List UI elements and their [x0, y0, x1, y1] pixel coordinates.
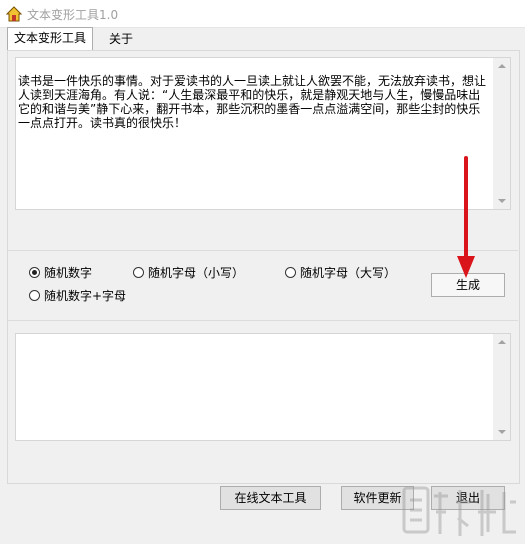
output-textarea[interactable] [15, 333, 511, 441]
radio-random-digits-letters[interactable]: 随机数字+字母 [29, 287, 126, 303]
divider-top [7, 250, 518, 251]
scroll-down-arrow-icon[interactable] [493, 192, 510, 209]
annotation-arrow-icon [457, 156, 475, 278]
online-text-tools-button[interactable]: 在线文本工具 [220, 486, 321, 510]
radio-unchecked-icon [285, 266, 296, 278]
scroll-up-arrow-icon[interactable] [493, 334, 510, 351]
app-icon [6, 6, 22, 22]
tab-about[interactable]: 关于 [103, 29, 139, 49]
watermark-logo-icon [402, 486, 516, 536]
tab-text-transform[interactable]: 文本变形工具 [7, 27, 94, 51]
scroll-down-arrow-icon[interactable] [493, 423, 510, 440]
tab-strip: 文本变形工具 关于 [7, 27, 518, 51]
input-scrollbar[interactable] [493, 58, 510, 209]
input-textarea[interactable]: 读书是一件快乐的事情。对于爱读书的人一旦读上就让人欲罢不能，无法放弃读书，想让人… [15, 57, 511, 210]
radio-checked-icon [29, 266, 40, 278]
radio-unchecked-icon [133, 266, 144, 278]
divider-bottom [7, 320, 518, 321]
output-scrollbar[interactable] [493, 334, 510, 440]
scroll-up-arrow-icon[interactable] [493, 58, 510, 75]
title-bar: 文本变形工具1.0 [0, 0, 525, 28]
radio-random-uppercase[interactable]: 随机字母（大写） [285, 264, 396, 280]
radio-random-digits[interactable]: 随机数字 [29, 264, 92, 280]
input-text: 读书是一件快乐的事情。对于爱读书的人一旦读上就让人欲罢不能，无法放弃读书，想让人… [18, 74, 487, 130]
radio-random-lowercase[interactable]: 随机字母（小写） [133, 264, 244, 280]
radio-unchecked-icon [29, 289, 40, 301]
window-title: 文本变形工具1.0 [27, 8, 119, 22]
